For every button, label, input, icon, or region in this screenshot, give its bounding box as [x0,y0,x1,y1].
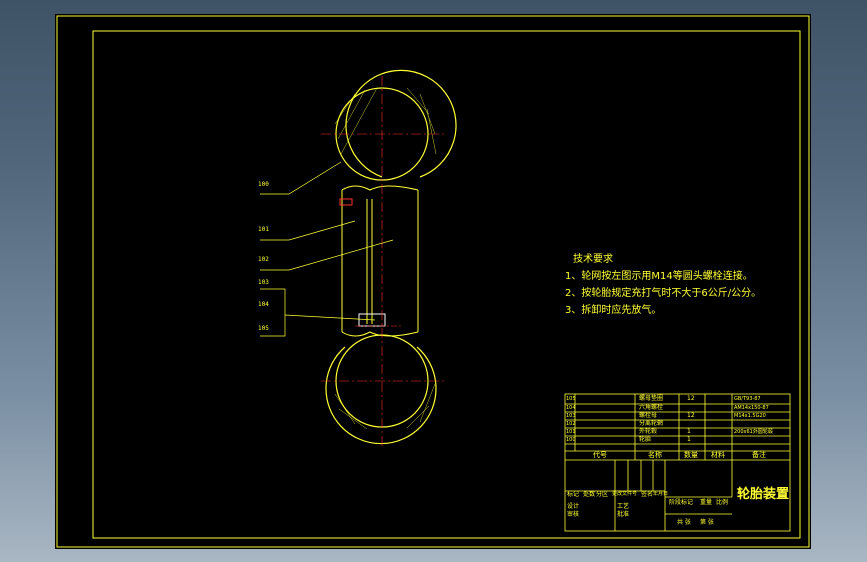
parts-material: 200x61外圆轮毂 [734,429,773,435]
notes-title: 技术要求 [573,254,613,265]
sign-label: 年月日 [653,491,669,497]
parts-no: 104 [566,405,576,411]
notes-line-1: 1、轮网按左图示用M14等圆头螺栓连接。 [565,271,753,282]
stage-label: 重量 [700,499,713,506]
wheel-section-view [260,69,457,446]
role-label: 设计 [567,503,580,510]
header-code: 代号 [593,451,607,459]
role-label: 批准 [617,511,630,518]
sign-label: 签名 [641,491,654,498]
parts-name: 分离轮辋 [639,420,664,427]
drawing-sheet: 100 101 102 103 104 105 技术要求 1、轮网按左图示用M1… [55,14,811,549]
stage-label: 比例 [716,499,729,506]
parts-name: 螺母垫圈 [639,395,664,402]
part-label-104: 104 [258,301,269,308]
drawing-title: 轮胎装置 [737,487,790,502]
parts-qty: 12 [687,412,695,419]
part-label-101: 101 [258,226,269,233]
notes-line-3: 3、拆卸时应先放气。 [565,305,662,316]
header-material: 材料 [711,451,725,459]
parts-no: 102 [566,421,576,427]
part-label-105: 105 [258,325,269,332]
part-label-100: 100 [258,181,269,188]
parts-no: 103 [566,413,576,419]
sign-label: 标记 [567,491,580,498]
parts-material: AM14x150-87 [734,405,769,411]
parts-qty: 1 [687,436,691,443]
parts-name: 轮胎 [639,436,652,443]
header-qty: 数量 [684,451,698,459]
notes-line-2: 2、按轮胎规定充打气时不大于6公斤/公分。 [565,288,762,299]
sign-label: 分区 [596,491,609,498]
stage-label: 阶段标记 [669,499,694,506]
sheet-count: 共 张 [677,519,691,526]
rim-bottom-flange [341,331,419,337]
part-label-103: 103 [258,279,269,286]
tire-bottom-outer [325,346,437,445]
sign-label: 处数 [583,491,596,498]
sheet-number: 第 张 [700,519,714,526]
parts-material: M14x1.5G20 [734,413,766,419]
parts-no: 105 [566,396,576,402]
parts-no: 101 [566,429,576,435]
tire-hatching [334,87,437,430]
parts-qty: 12 [687,395,695,402]
role-label: 工艺 [617,503,630,510]
tire-top-outer [345,69,457,178]
parts-qty: 1 [687,428,691,435]
header-name: 名称 [648,451,662,459]
parts-name: 螺栓母 [639,412,658,419]
role-label: 审核 [567,511,580,518]
parts-material: GB/T93-87 [734,396,761,402]
parts-name: 外轮毂 [639,428,658,435]
rim-top-flange [341,185,419,191]
parts-no: 100 [566,437,576,443]
sign-label: 更改文件号 [612,491,638,497]
header-remark: 备注 [752,451,766,459]
parts-name: 六角螺栓 [639,404,664,411]
part-label-102: 102 [258,256,269,263]
